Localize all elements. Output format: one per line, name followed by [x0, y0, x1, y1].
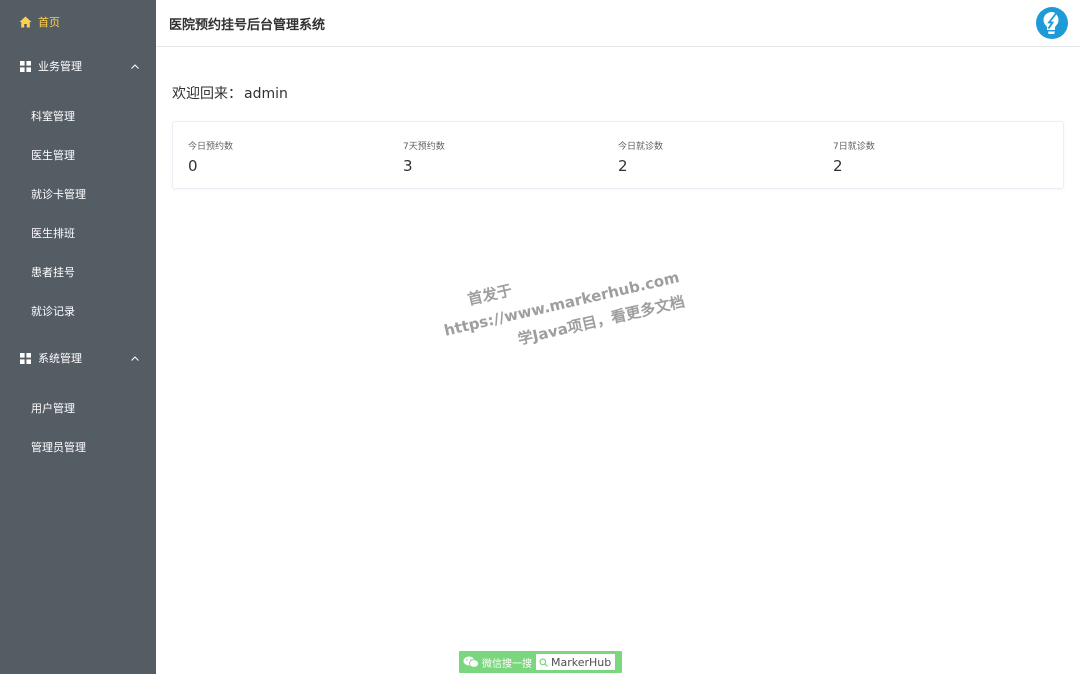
- sidebar-item-doctor[interactable]: 医生管理: [0, 135, 156, 174]
- avatar[interactable]: [1036, 7, 1068, 39]
- sidebar-item-label: 患者挂号: [31, 265, 75, 279]
- sidebar-item-home[interactable]: 首页: [0, 0, 156, 44]
- welcome-message: 欢迎回来： admin: [172, 83, 1064, 103]
- grid-icon: [18, 59, 32, 73]
- watermark: 首发于 https://www.markerhub.com 学Java项目，看更…: [436, 241, 688, 368]
- watermark-line: 首发于: [465, 281, 514, 309]
- submenu-business: 科室管理 医生管理 就诊卡管理 医生排班 患者挂号 就诊记录: [0, 88, 156, 336]
- sidebar: 首页 业务管理 科室管理 医生管理 就诊卡管理 医生排班 患者挂号 就诊记录 系…: [0, 0, 156, 674]
- stat-value: 2: [833, 157, 843, 175]
- watermark-line: 学Java项目，看更多文档: [516, 292, 687, 349]
- badge-text: 微信搜一搜: [482, 658, 532, 670]
- stat-value: 3: [403, 157, 413, 175]
- badge-search-text: MarkerHub: [551, 655, 612, 669]
- sidebar-item-label: 管理员管理: [31, 440, 86, 454]
- sidebar-item-department[interactable]: 科室管理: [0, 96, 156, 135]
- top-header: 医院预约挂号后台管理系统: [156, 0, 1080, 47]
- search-icon: [539, 657, 548, 667]
- stat-value: 2: [618, 157, 628, 175]
- stat-week-appointments: 7天预约数 3: [388, 139, 603, 175]
- stat-title: 7日就诊数: [833, 142, 875, 152]
- stat-title: 今日预约数: [188, 142, 234, 152]
- sidebar-item-card[interactable]: 就诊卡管理: [0, 174, 156, 213]
- sidebar-item-visit-records[interactable]: 就诊记录: [0, 291, 156, 330]
- sidebar-item-label: 就诊卡管理: [31, 187, 86, 201]
- wechat-search-badge: 微信搜一搜 MarkerHub: [459, 651, 622, 673]
- username: admin: [244, 86, 288, 102]
- watermark-line: https://www.markerhub.com: [442, 268, 682, 340]
- stat-title: 7天预约数: [403, 142, 445, 152]
- sidebar-group-label: 业务管理: [38, 60, 82, 73]
- chevron-up-icon: [130, 61, 140, 71]
- stats-card: 今日预约数 0 7天预约数 3 今日就诊数 2 7日就诊数 2: [172, 121, 1064, 189]
- sidebar-item-schedule[interactable]: 医生排班: [0, 213, 156, 252]
- sidebar-item-label: 科室管理: [31, 109, 75, 123]
- stat-today-appointments: 今日预约数 0: [173, 139, 388, 175]
- welcome-label: 欢迎回来：: [172, 86, 242, 102]
- sidebar-item-users[interactable]: 用户管理: [0, 388, 156, 427]
- sidebar-item-registration[interactable]: 患者挂号: [0, 252, 156, 291]
- stat-week-visits: 7日就诊数 2: [818, 139, 1033, 175]
- stat-value: 0: [188, 157, 198, 175]
- stat-title: 今日就诊数: [618, 142, 664, 152]
- grid-icon: [18, 351, 32, 365]
- sidebar-item-label: 医生管理: [31, 148, 75, 162]
- page-title: 医院预约挂号后台管理系统: [169, 17, 326, 33]
- wechat-icon: [463, 656, 479, 668]
- sidebar-group-system[interactable]: 系统管理: [0, 336, 156, 380]
- sidebar-item-label: 医生排班: [31, 226, 75, 240]
- dashboard: 欢迎回来： admin 今日预约数 0 7天预约数 3 今日就诊数 2 7日就诊数…: [156, 47, 1080, 189]
- lightbulb-icon: [1036, 7, 1068, 39]
- app-root: 首页 业务管理 科室管理 医生管理 就诊卡管理 医生排班 患者挂号 就诊记录 系…: [0, 0, 1080, 674]
- chevron-up-icon: [130, 353, 140, 363]
- submenu-system: 用户管理 管理员管理: [0, 380, 156, 472]
- home-icon: [18, 15, 32, 29]
- sidebar-group-business[interactable]: 业务管理: [0, 44, 156, 88]
- sidebar-group-label: 系统管理: [38, 352, 82, 365]
- stat-today-visits: 今日就诊数 2: [603, 139, 818, 175]
- sidebar-item-label: 用户管理: [31, 401, 75, 415]
- sidebar-item-admins[interactable]: 管理员管理: [0, 427, 156, 466]
- badge-search: MarkerHub: [536, 654, 616, 670]
- main-content: 医院预约挂号后台管理系统 欢迎回来： admin 今日预约数 0 7天预约数 3…: [156, 0, 1080, 674]
- sidebar-item-label: 就诊记录: [31, 304, 75, 318]
- sidebar-item-label: 首页: [38, 16, 60, 29]
